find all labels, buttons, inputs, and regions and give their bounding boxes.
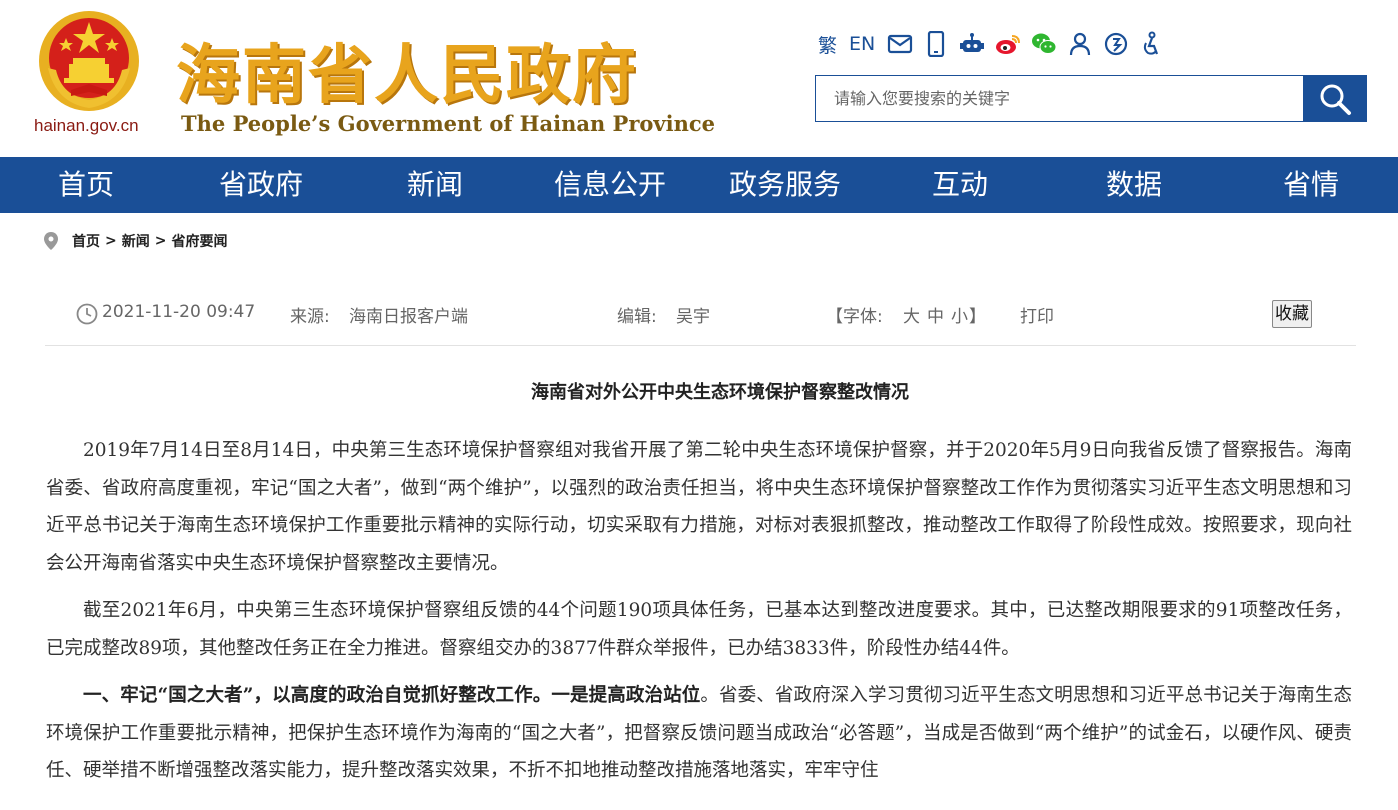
traditional-chinese-link[interactable]: 繁 xyxy=(818,31,837,58)
robot-icon[interactable] xyxy=(959,31,985,57)
english-link[interactable]: EN xyxy=(849,33,875,55)
mobile-icon[interactable] xyxy=(923,31,949,57)
article-paragraph: 2019年7月14日至8月14日，中央第三生态环境保护督察组对我省开展了第二轮中… xyxy=(46,440,1352,574)
main-nav: 首页 省政府 新闻 信息公开 政务服务 互动 数据 省情 xyxy=(0,157,1398,213)
nav-item-interaction[interactable]: 互动 xyxy=(932,157,988,213)
national-emblem-icon[interactable] xyxy=(36,8,142,114)
nav-item-home[interactable]: 首页 xyxy=(58,157,114,213)
user-icon[interactable] xyxy=(1067,31,1093,57)
nav-item-provincial-government[interactable]: 省政府 xyxy=(219,157,303,213)
article-bold-text: 一、牢记“国之大者”，以高度的政治自觉抓好整改工作。一是提高政治站位 xyxy=(83,685,701,706)
clock-icon xyxy=(76,303,98,325)
editor-value: 吴宇 xyxy=(676,307,710,327)
nav-item-news[interactable]: 新闻 xyxy=(407,157,463,213)
editor-label: 编辑: xyxy=(617,307,657,327)
mail-icon[interactable] xyxy=(887,31,913,57)
breadcrumb-current[interactable]: 省府要闻 xyxy=(171,231,227,251)
font-size-small[interactable]: 小 xyxy=(951,302,968,327)
article-body: 2019年7月14日至8月14日，中央第三生态环境保护督察组对我省开展了第二轮中… xyxy=(46,432,1352,800)
font-size-label: 【字体: xyxy=(826,307,883,327)
location-pin-icon xyxy=(44,232,58,250)
search-icon xyxy=(1320,84,1351,115)
source-value: 海南日报客户端 xyxy=(349,307,468,327)
nav-item-provincial-overview[interactable]: 省情 xyxy=(1283,157,1339,213)
article-paragraph: 一、牢记“国之大者”，以高度的政治自觉抓好整改工作。一是提高政治站位截至2021… xyxy=(46,600,1352,659)
source-label: 来源: xyxy=(290,307,330,327)
article-title: 海南省对外公开中央生态环境保护督察整改情况 xyxy=(531,382,909,403)
breadcrumb: 首页 > 新闻 > 省府要闻 xyxy=(44,230,227,252)
print-link[interactable]: 打印 xyxy=(1020,302,1054,327)
divider xyxy=(45,345,1356,346)
wechat-icon[interactable] xyxy=(1031,31,1057,57)
article-meta: 2021-11-20 09:47 来源: 海南日报客户端 编辑: 吴宇 【字体:… xyxy=(0,298,1398,330)
site-subtitle: The People’s Government of Hainan Provin… xyxy=(181,111,716,136)
favorite-button[interactable]: 收藏 xyxy=(1272,300,1312,328)
search-button[interactable] xyxy=(1303,75,1367,122)
font-size-close: 】 xyxy=(969,307,986,327)
elderly-mode-icon[interactable] xyxy=(1139,31,1165,57)
breadcrumb-home[interactable]: 首页 xyxy=(72,231,100,251)
site-title[interactable]: 海南省人民政府 xyxy=(176,24,638,116)
search-box xyxy=(815,75,1304,122)
font-size-large[interactable]: 大 xyxy=(903,302,920,327)
search-input[interactable] xyxy=(816,76,1304,121)
breadcrumb-separator: > xyxy=(105,233,117,249)
nav-item-government-services[interactable]: 政务服务 xyxy=(729,157,841,213)
site-header: hainan.gov.cn 海南省人民政府 The People’s Gover… xyxy=(0,0,1398,157)
breadcrumb-separator: > xyxy=(154,233,167,249)
nav-item-data[interactable]: 数据 xyxy=(1106,157,1162,213)
publish-datetime: 2021-11-20 09:47 xyxy=(102,302,256,322)
domain-label: hainan.gov.cn xyxy=(34,116,139,135)
nav-item-information-disclosure[interactable]: 信息公开 xyxy=(554,157,666,213)
weibo-icon[interactable] xyxy=(995,31,1021,57)
accessibility-icon[interactable] xyxy=(1103,31,1129,57)
article-paragraph: 一、牢记“国之大者”，以高度的政治自觉抓好整改工作。一是提高政治站位。省委、省政… xyxy=(46,677,1352,790)
breadcrumb-news[interactable]: 新闻 xyxy=(122,231,150,251)
header-tools: 繁 EN xyxy=(818,30,1175,58)
font-size-medium[interactable]: 中 xyxy=(927,302,944,327)
